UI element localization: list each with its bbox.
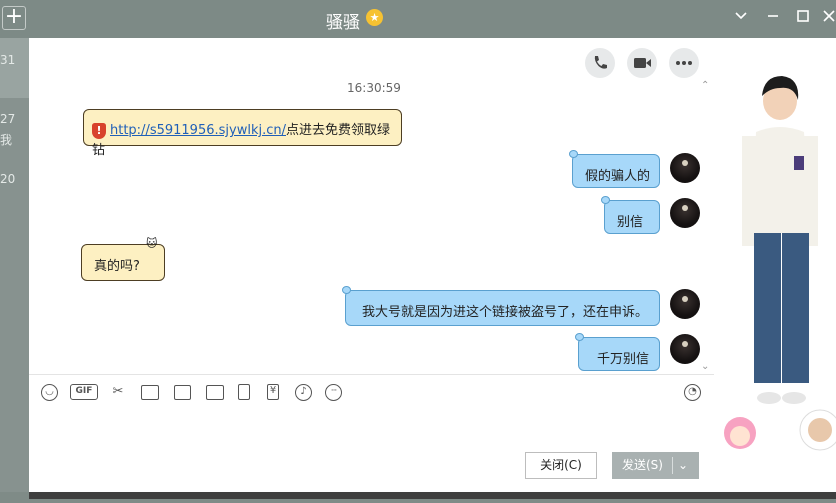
conversation-time: 20 (0, 172, 16, 186)
scissors-icon[interactable]: ✂ (108, 383, 128, 401)
more-icon[interactable] (669, 48, 699, 78)
conversation-preview: 我 (0, 133, 13, 147)
message-text: 我大号就是因为进这个链接被盗号了，还在申诉。 (362, 305, 649, 320)
chevron-down-icon[interactable]: ⌄ (678, 452, 688, 479)
message-bubble-sent: 别信 (601, 196, 660, 234)
message-bubble-received: 真的吗? 🐱 (81, 237, 165, 281)
conversation-time: 31 (0, 53, 16, 67)
star-badge-icon: ★ (366, 9, 383, 26)
bubble-decoration (575, 333, 584, 341)
cat-ear-decoration: 🐱 (146, 237, 158, 250)
message-bubble-sent: 千万别信 (575, 333, 660, 371)
gif-icon[interactable]: GIF (70, 384, 98, 400)
message-bubble-sent: 我大号就是因为进这个链接被盗号了，还在申诉。 (342, 286, 660, 326)
warning-icon: ! (92, 122, 106, 139)
gallery-icon[interactable] (174, 385, 191, 400)
scroll-up-icon[interactable]: ⌃ (701, 80, 709, 91)
chevron-down-icon[interactable] (732, 9, 750, 28)
chat-panel: 16:30:59 ⌃ ⌄ ! http://s5911956.sjywlkj.cn… (29, 38, 714, 492)
minimize-icon[interactable] (764, 9, 782, 28)
bubble-decoration (342, 286, 351, 294)
phone-icon[interactable] (585, 48, 615, 78)
new-chat-button[interactable]: + (2, 6, 26, 30)
history-clock-icon[interactable]: ◔ (684, 384, 701, 401)
video-icon[interactable] (627, 48, 657, 78)
message-link[interactable]: http://s5911956.sjywlkj.cn/ (110, 123, 286, 138)
conversation-time: 27 (0, 112, 16, 126)
message-text: 假的骗人的 (585, 169, 651, 184)
avatar[interactable] (670, 153, 700, 183)
message-bubble-received: ! http://s5911956.sjywlkj.cn/点进去免费领取绿钻 (83, 109, 402, 158)
scroll-down-icon[interactable]: ⌄ (701, 361, 709, 372)
red-packet-icon[interactable]: ¥ (267, 384, 279, 400)
message-text: 千万别信 (597, 352, 650, 367)
avatar-show-panel (714, 38, 836, 499)
send-button[interactable]: 发送(S) ⌄ (612, 452, 699, 479)
avatar[interactable] (670, 334, 700, 364)
image-icon[interactable] (206, 385, 224, 400)
folder-icon[interactable] (141, 385, 159, 400)
input-divider (29, 374, 714, 375)
more-tools-icon[interactable]: ··· (325, 384, 342, 401)
full-body-avatar[interactable] (714, 38, 836, 499)
conversation-list-strip: 31 27 我 20 (0, 38, 29, 492)
background-strip (29, 492, 836, 499)
message-timestamp: 16:30:59 (347, 81, 401, 95)
send-button-label: 发送(S) (622, 458, 663, 472)
close-icon[interactable] (820, 9, 836, 28)
maximize-icon[interactable] (794, 9, 812, 28)
avatar[interactable] (670, 289, 700, 319)
emoji-icon[interactable]: ◡ (41, 384, 58, 401)
message-text: 别信 (617, 215, 644, 230)
title-bar: + 骚骚 ★ (0, 0, 836, 38)
close-button[interactable]: 关闭(C) (525, 452, 597, 479)
qq-chat-window: + 骚骚 ★ 31 27 我 20 16:30:59 ⌃ ⌄ ! http://… (0, 0, 836, 499)
message-bubble-sent: 假的骗人的 (569, 150, 660, 188)
message-text: 真的吗? (94, 259, 140, 274)
send-divider (672, 457, 673, 474)
conversation-item-active[interactable] (0, 38, 29, 98)
chat-title: 骚骚 (326, 13, 360, 33)
avatar[interactable] (670, 198, 700, 228)
shake-icon[interactable] (238, 384, 250, 400)
bubble-decoration (569, 150, 578, 158)
music-icon[interactable]: ♪ (295, 384, 312, 401)
bubble-decoration (601, 196, 610, 204)
